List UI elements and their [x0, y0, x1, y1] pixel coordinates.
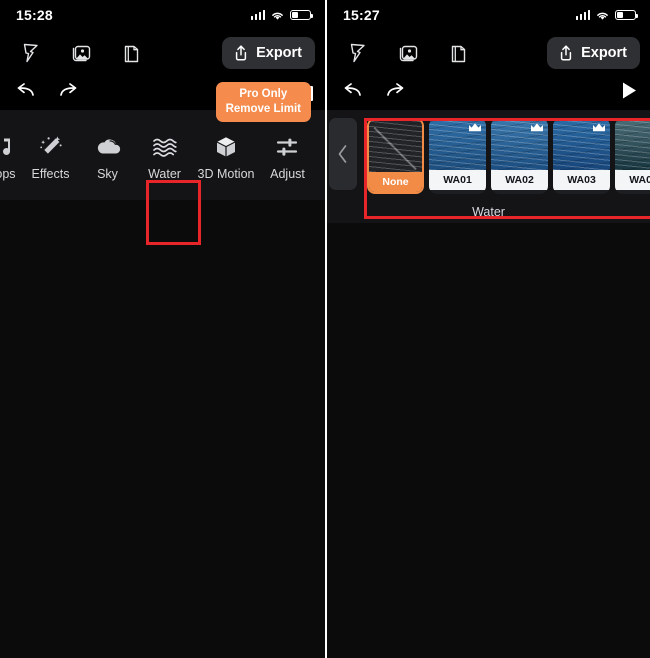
magic-wand-icon: [38, 134, 64, 160]
share-upload-icon: [560, 45, 572, 61]
water-effect-strip: None WA01 WA02 WA03 WA Water: [327, 110, 650, 223]
thumb-label: WA01: [429, 170, 486, 190]
right-phone-panel: 15:27 Export None WA01 WA02 WA03 WA Wate…: [325, 0, 650, 658]
loops-icon: [0, 134, 14, 160]
photo-stack-icon[interactable]: [64, 36, 98, 70]
folder-icon[interactable]: [114, 36, 148, 70]
lasso-icon[interactable]: [14, 36, 48, 70]
sidebar-item-label: Water: [148, 166, 181, 181]
sidebar-item-loops[interactable]: oops: [0, 130, 22, 181]
water-waves-icon: [152, 134, 178, 160]
share-upload-icon: [235, 45, 247, 61]
status-bar: 15:27: [327, 0, 650, 30]
lasso-icon[interactable]: [341, 36, 375, 70]
cloud-icon: [94, 134, 122, 160]
status-indicators: [250, 9, 313, 21]
thumb-artwork: [369, 120, 422, 172]
undo-arrow-icon[interactable]: [14, 82, 36, 104]
export-button[interactable]: Export: [547, 37, 640, 69]
left-phone-panel: 15:28 Export Pro Only Remove Limit ps Ef…: [0, 0, 325, 658]
water-highlight-box: [146, 180, 201, 245]
battery-icon: [615, 9, 638, 21]
thumb-label: None: [369, 172, 422, 192]
status-time: 15:28: [16, 7, 53, 23]
cube-icon: [214, 134, 238, 160]
thumb-label: WA04: [615, 170, 650, 190]
pro-badge-line2: Remove Limit: [225, 102, 301, 115]
water-thumb-wa02[interactable]: WA02: [491, 118, 548, 194]
water-thumbnail-list[interactable]: None WA01 WA02 WA03 WA: [357, 110, 650, 194]
chevron-left-icon[interactable]: [329, 118, 357, 190]
sidebar-item-water[interactable]: Water: [136, 130, 193, 181]
thumb-artwork: [491, 118, 548, 170]
undo-arrow-icon[interactable]: [341, 82, 363, 104]
crown-icon: [469, 123, 481, 132]
sliders-icon: [275, 134, 301, 160]
strip-title: Water: [472, 205, 505, 219]
sidebar-item-label: Adjust: [270, 166, 305, 181]
folder-icon[interactable]: [441, 36, 475, 70]
export-label: Export: [581, 45, 627, 61]
pro-only-badge[interactable]: Pro Only Remove Limit: [215, 82, 311, 123]
sidebar-item-label: Effects: [31, 166, 70, 181]
playback-bar: [327, 76, 650, 110]
sidebar-item-effects[interactable]: Effects: [22, 130, 79, 181]
screenshot-stage: 15:28 Export Pro Only Remove Limit ps Ef…: [0, 0, 650, 658]
pro-badge-line1: Pro Only: [239, 88, 288, 100]
thumb-artwork: [615, 118, 650, 170]
battery-icon: [290, 9, 313, 21]
sidebar-item-sky[interactable]: Sky: [79, 130, 136, 181]
thumb-label: WA02: [491, 170, 548, 190]
water-thumb-wa04[interactable]: WA04: [615, 118, 650, 194]
crown-icon: [593, 123, 605, 132]
sidebar-item-label: Sky: [97, 166, 118, 181]
redo-arrow-icon[interactable]: [58, 82, 80, 104]
sidebar-item-adjust[interactable]: Adjust: [259, 130, 316, 181]
sidebar-item-label: 3D Motion: [197, 166, 255, 181]
sidebar-item-3d-motion[interactable]: 3D Motion: [193, 130, 259, 181]
crown-icon: [531, 123, 543, 132]
play-icon[interactable]: [620, 81, 638, 105]
redo-arrow-icon[interactable]: [385, 82, 407, 104]
export-button[interactable]: Export: [222, 37, 315, 69]
cellular-signal-icon: [250, 10, 265, 20]
thumb-artwork: [429, 118, 486, 170]
thumb-label: WA03: [553, 170, 610, 190]
status-indicators: [575, 9, 638, 21]
photo-stack-icon[interactable]: [391, 36, 425, 70]
water-thumb-wa01[interactable]: WA01: [429, 118, 486, 194]
export-label: Export: [256, 45, 302, 61]
wifi-icon: [597, 12, 608, 20]
top-toolbar: Export: [0, 30, 325, 76]
top-toolbar: Export: [327, 30, 650, 76]
thumb-artwork: [553, 118, 610, 170]
wifi-icon: [272, 12, 283, 20]
status-bar: 15:28: [0, 0, 325, 30]
none-slash-icon: [373, 127, 418, 171]
status-time: 15:27: [343, 7, 380, 23]
water-thumb-wa03[interactable]: WA03: [553, 118, 610, 194]
cellular-signal-icon: [575, 10, 590, 20]
effect-category-rail: oops Effects: [0, 110, 325, 245]
water-thumb-none[interactable]: None: [367, 118, 424, 194]
sidebar-item-label: oops: [0, 166, 16, 181]
